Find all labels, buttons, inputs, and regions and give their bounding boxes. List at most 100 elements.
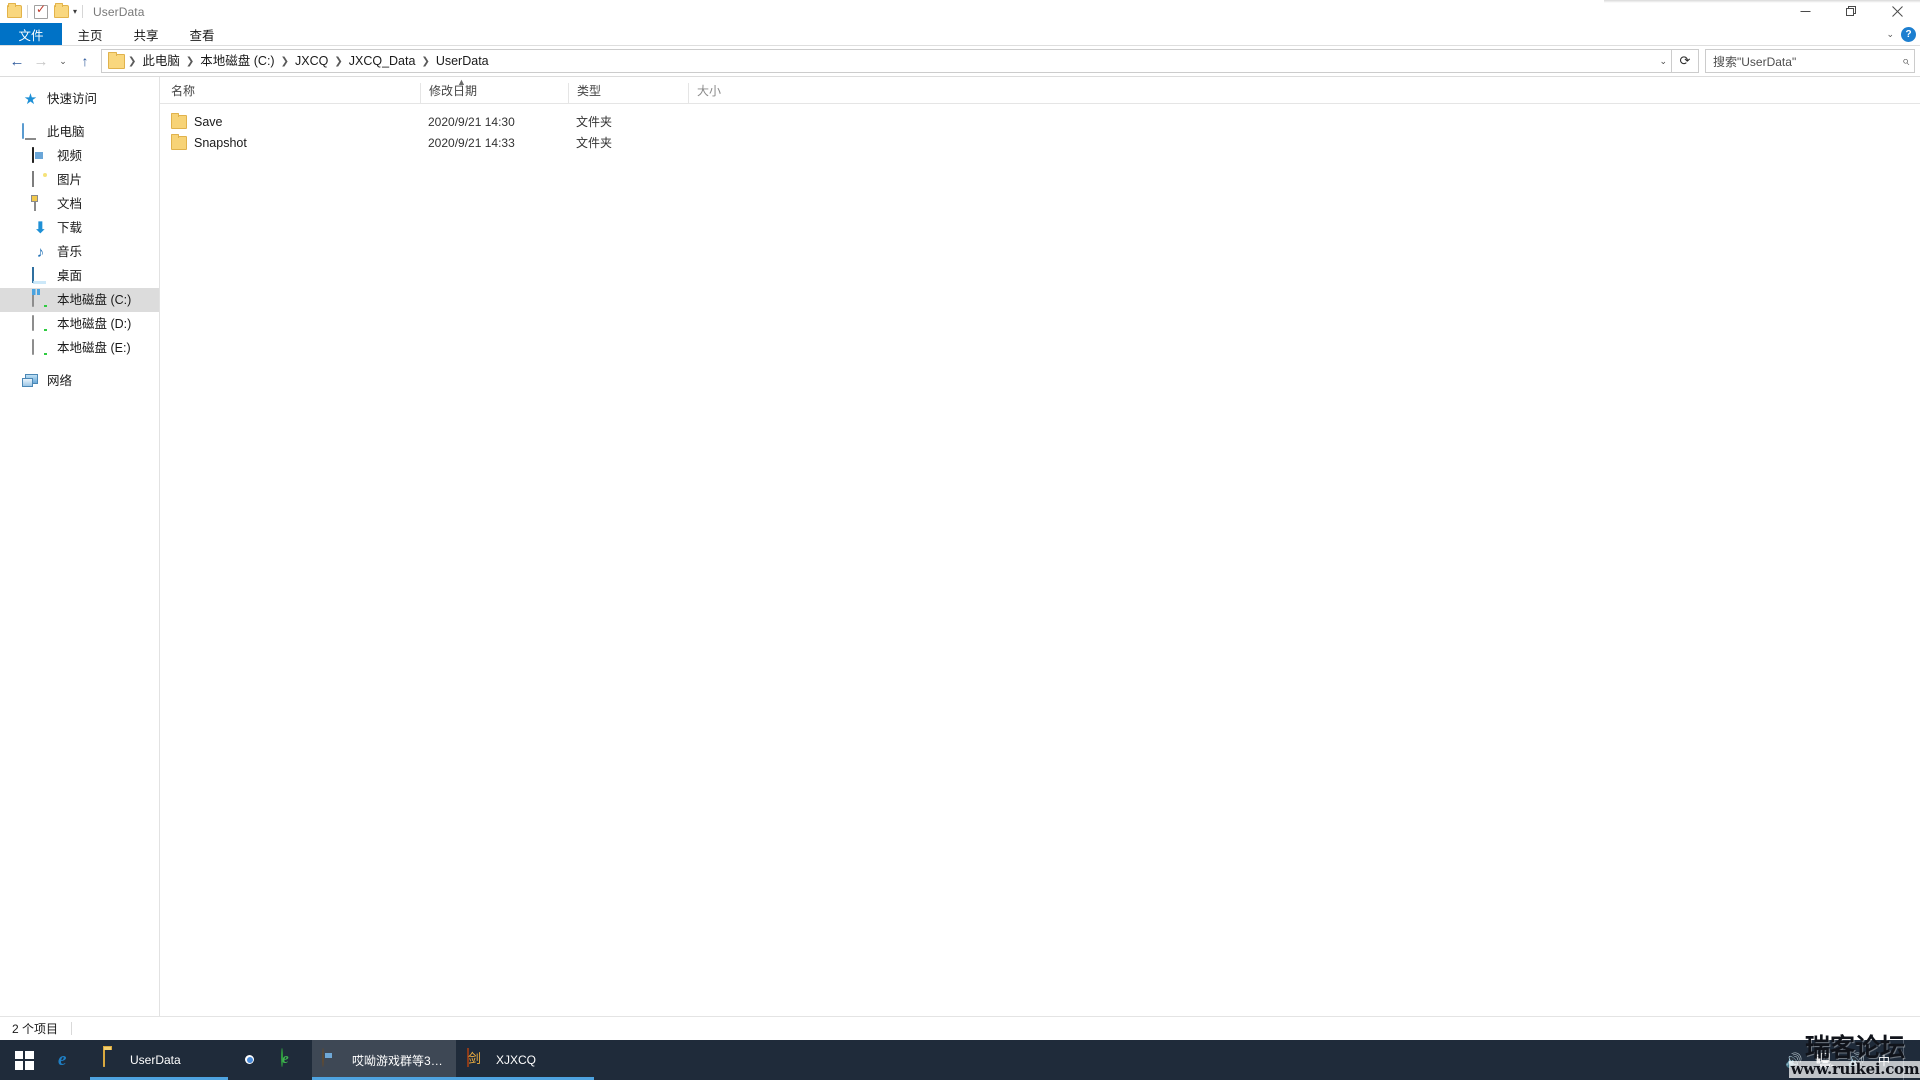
forward-arrow-icon[interactable]: →	[29, 49, 53, 73]
column-header-date-modified[interactable]: 修改日期	[420, 83, 568, 103]
taskbar-item-userdata[interactable]: UserData	[90, 1040, 228, 1080]
cell-name: Snapshot	[160, 133, 420, 150]
sidebar-item-videos[interactable]: 视频	[0, 144, 159, 168]
documents-icon	[32, 194, 49, 213]
breadcrumb[interactable]: ❯ 此电脑 ❯ 本地磁盘 (C:) ❯ JXCQ ❯ JXCQ_Data ❯ U…	[101, 49, 1672, 73]
ribbon-right-controls: ⌄ ?	[1886, 23, 1916, 45]
taskbar-item-internet-explorer[interactable]	[48, 1040, 90, 1080]
close-icon[interactable]	[1874, 0, 1920, 23]
sidebar-item-label: 音乐	[57, 244, 83, 259]
taskbar-item-qq-group[interactable]: 哎呦游戏群等3个会...	[312, 1040, 456, 1080]
cell-type: 文件夹	[576, 136, 613, 150]
volume-icon[interactable]: 🔊	[1848, 1053, 1865, 1067]
chevron-down-icon[interactable]: ▾	[71, 7, 79, 16]
table-row[interactable]: Save 2020/9/21 14:30 文件夹	[160, 111, 1920, 132]
file-explorer-window: ▾ UserData 文件 主页 共享	[0, 0, 1920, 1080]
network-icon	[22, 373, 39, 390]
folder-icon	[171, 112, 187, 129]
tab-view[interactable]: 查看	[174, 23, 230, 45]
status-divider	[71, 1022, 73, 1035]
search-input[interactable]: 搜索"UserData" ⌕	[1705, 49, 1915, 73]
back-arrow-icon[interactable]: ←	[5, 49, 29, 73]
green-browser-icon	[280, 1048, 302, 1071]
refresh-icon[interactable]: ⟳	[1672, 49, 1699, 73]
show-desktop-button[interactable]	[1903, 1040, 1910, 1080]
breadcrumb-separator: ❯	[280, 55, 289, 67]
sidebar-item-local-disk-c[interactable]: 本地磁盘 (C:)	[0, 288, 159, 312]
cell-date-modified: 2020/9/21 14:33	[428, 135, 515, 150]
taskbar-item-xjxcq[interactable]: XJXCQ	[456, 1040, 594, 1080]
windows-start-icon[interactable]	[0, 1040, 48, 1080]
column-header-type[interactable]: 类型	[568, 83, 688, 103]
column-header-name[interactable]: 名称	[160, 83, 420, 103]
sidebar-item-label: 本地磁盘 (E:)	[57, 340, 131, 355]
cell-type: 文件夹	[576, 115, 613, 129]
tab-file[interactable]: 文件	[0, 23, 62, 45]
navigation-pane: ★ 快速访问 此电脑 视频 图片 文档 ⬇ 下载 ♪ 音乐 桌面 本地磁盘 (C…	[0, 77, 160, 1016]
breadcrumb-item-userdata[interactable]: UserData	[431, 51, 494, 71]
network-monitor-icon[interactable]: 🖳	[1816, 1053, 1835, 1067]
search-icon[interactable]: ⌕	[1902, 53, 1909, 69]
speaker-orange-icon[interactable]: 🔊	[1785, 1053, 1802, 1067]
chevron-down-icon[interactable]: ⌄	[1659, 56, 1667, 67]
sidebar-item-network[interactable]: 网络	[0, 369, 159, 393]
breadcrumb-item-jxcq-data[interactable]: JXCQ_Data	[344, 51, 421, 71]
sidebar-item-music[interactable]: ♪ 音乐	[0, 240, 159, 264]
title-bar: ▾ UserData	[0, 0, 1920, 23]
sidebar-item-local-disk-e[interactable]: 本地磁盘 (E:)	[0, 336, 159, 360]
taskbar-item-label: 哎呦游戏群等3个会...	[352, 1053, 446, 1068]
window-top-shadow	[1604, 0, 1920, 3]
ime-indicator[interactable]: 中	[1878, 1052, 1890, 1069]
toolbar-divider	[82, 5, 84, 18]
sidebar-item-label: 视频	[57, 148, 83, 163]
breadcrumb-item-local-disk-c[interactable]: 本地磁盘 (C:)	[195, 51, 279, 71]
tab-home[interactable]: 主页	[62, 23, 118, 45]
column-header-row: 名称 修改日期 类型 大小 ▲	[160, 77, 1920, 104]
taskbar: UserData 哎呦游戏群等3个会... XJXCQ 🔊 🖳 🔊 中	[0, 1040, 1920, 1080]
sidebar-item-desktop[interactable]: 桌面	[0, 264, 159, 288]
sort-ascending-icon: ▲	[457, 77, 466, 87]
maximize-restore-icon[interactable]	[1828, 0, 1874, 23]
tab-share[interactable]: 共享	[118, 23, 174, 45]
sidebar-item-documents[interactable]: 文档	[0, 192, 159, 216]
window-controls	[1782, 0, 1920, 23]
videos-icon	[32, 146, 49, 165]
folder-icon	[4, 2, 24, 22]
column-header-size[interactable]: 大小	[688, 83, 768, 103]
drive-icon	[32, 338, 49, 357]
help-icon[interactable]: ?	[1901, 26, 1916, 42]
recent-locations-chevron-icon[interactable]: ⌄	[53, 49, 73, 73]
sidebar-item-pictures[interactable]: 图片	[0, 168, 159, 192]
sidebar-item-label: 本地磁盘 (D:)	[57, 316, 132, 331]
breadcrumb-item-this-pc[interactable]: 此电脑	[137, 51, 185, 71]
sidebar-item-local-disk-d[interactable]: 本地磁盘 (D:)	[0, 312, 159, 336]
minimize-icon[interactable]	[1782, 0, 1828, 23]
breadcrumb-item-jxcq[interactable]: JXCQ	[290, 51, 333, 71]
search-placeholder: 搜索"UserData"	[1713, 54, 1797, 69]
xjxcq-game-icon	[466, 1048, 488, 1071]
taskbar-item-label: UserData	[130, 1053, 181, 1067]
chevron-down-icon[interactable]: ⌄	[1886, 29, 1894, 40]
cell-name: Save	[160, 112, 420, 129]
sidebar-item-quick-access[interactable]: ★ 快速访问	[0, 87, 159, 111]
table-row[interactable]: Snapshot 2020/9/21 14:33 文件夹	[160, 132, 1920, 153]
file-name-label: Save	[194, 114, 223, 129]
file-list-pane[interactable]: 名称 修改日期 类型 大小 ▲ Save 2020/9/21 14:30 文件夹	[160, 77, 1920, 1016]
sidebar-item-this-pc[interactable]: 此电脑	[0, 120, 159, 144]
address-bar: ← → ⌄ ↑ ❯ 此电脑 ❯ 本地磁盘 (C:) ❯ JXCQ ❯ JXCQ_…	[0, 46, 1920, 76]
properties-checkbox-icon[interactable]	[31, 2, 51, 22]
sidebar-item-label: 本地磁盘 (C:)	[57, 292, 132, 307]
taskbar-item-chrome[interactable]	[228, 1040, 270, 1080]
explorer-body: ★ 快速访问 此电脑 视频 图片 文档 ⬇ 下载 ♪ 音乐 桌面 本地磁盘 (C…	[0, 76, 1920, 1016]
up-arrow-icon[interactable]: ↑	[73, 49, 97, 73]
taskbar-item-green-browser[interactable]	[270, 1040, 312, 1080]
desktop-icon	[32, 266, 49, 285]
folder-icon	[100, 1048, 122, 1071]
window-title: UserData	[93, 4, 145, 19]
item-count-label: 2 个项目	[12, 1022, 59, 1036]
sidebar-item-downloads[interactable]: ⬇ 下载	[0, 216, 159, 240]
cell-date-modified: 2020/9/21 14:30	[428, 114, 515, 129]
new-folder-icon[interactable]	[51, 2, 71, 22]
